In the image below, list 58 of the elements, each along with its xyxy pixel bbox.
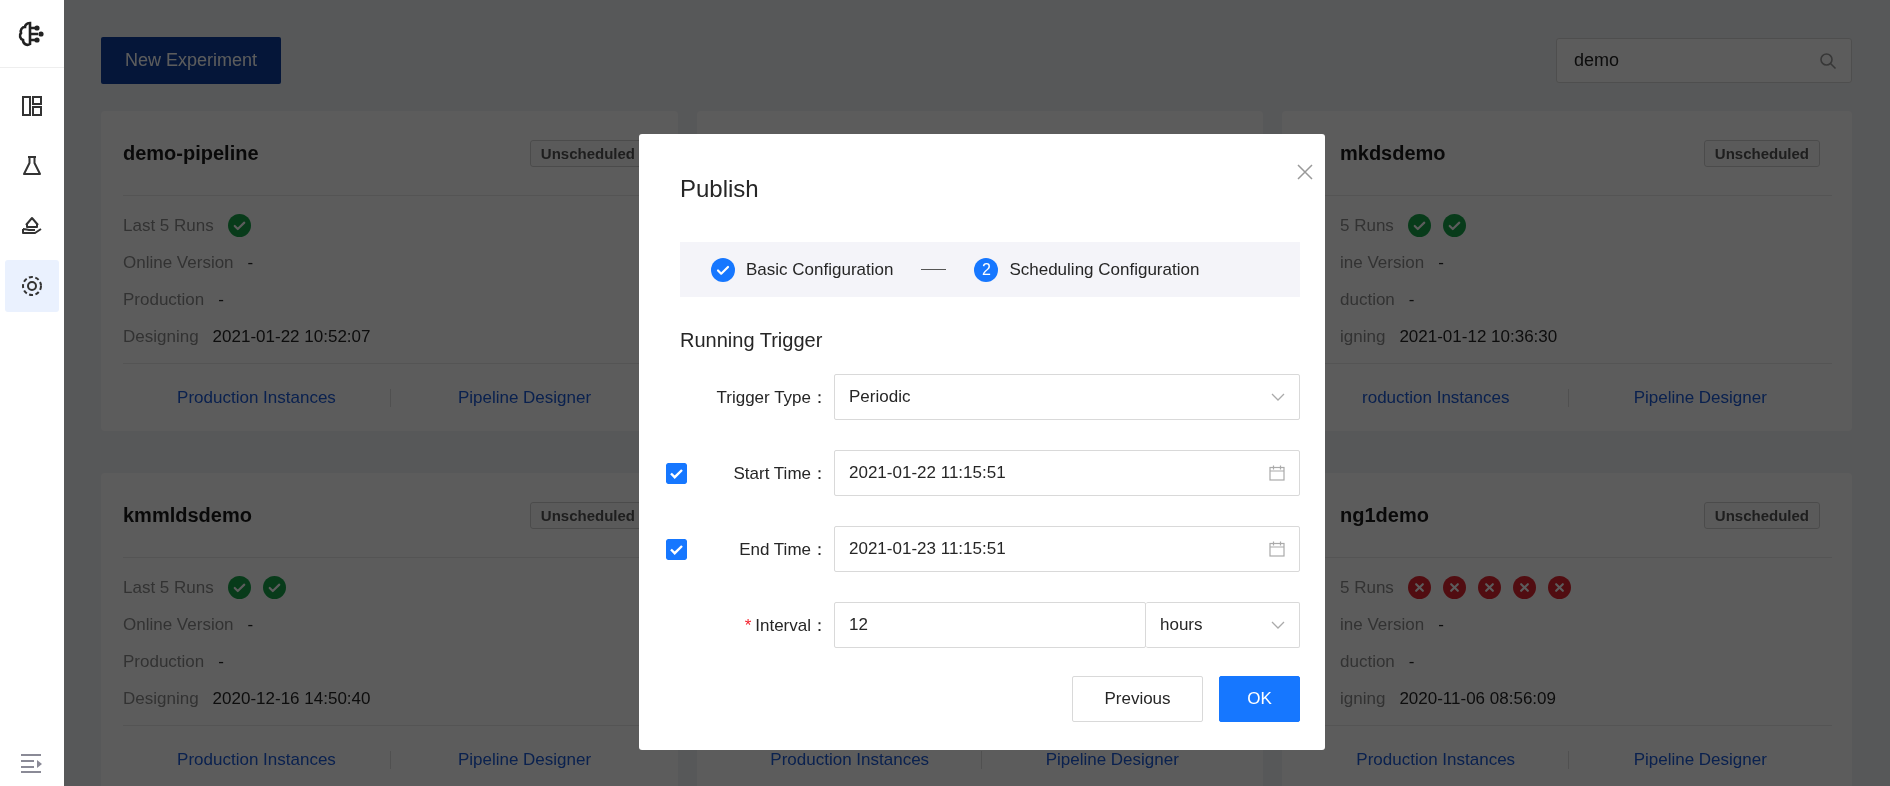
card-link[interactable]: Production Instances — [1356, 750, 1516, 768]
search-field[interactable]: demo — [1556, 38, 1852, 83]
close-icon[interactable] — [1297, 164, 1313, 180]
status-tag: Unscheduled — [1703, 139, 1820, 167]
step-number: 2 — [974, 257, 999, 282]
calendar-icon — [1269, 465, 1285, 481]
field-value: 2020-11-06 08:56:09 — [1399, 688, 1556, 709]
card-link[interactable]: Pipeline Designer — [457, 388, 592, 406]
field-value: - — [218, 289, 224, 310]
card-title: kmmldsdemo — [123, 503, 252, 527]
section-title: Running Trigger — [680, 328, 824, 353]
chevron-down-icon — [1271, 393, 1285, 401]
card-link[interactable]: Pipeline Designer — [1633, 750, 1767, 768]
field-value: - — [1408, 289, 1415, 310]
field-value: - — [218, 651, 224, 672]
checkbox[interactable] — [666, 462, 687, 484]
field-value: - — [247, 252, 254, 273]
card-link[interactable]: Pipeline Designer — [1045, 750, 1179, 768]
field-value: - — [1438, 252, 1444, 273]
ok-button[interactable]: OK — [1219, 676, 1300, 722]
card-title: mkdsdemo — [1340, 141, 1446, 165]
trigger-type-select[interactable]: Periodic — [834, 374, 1300, 420]
card-link[interactable]: Production Instances — [177, 750, 336, 768]
date-time-field[interactable]: 2021-01-22 11:15:51 — [834, 450, 1300, 496]
unit-select[interactable]: hours — [1146, 602, 1300, 648]
card-link[interactable]: Pipeline Designer — [1633, 388, 1767, 406]
field-value: - — [247, 614, 254, 635]
field-value: 2021-01-22 10:52:07 — [212, 326, 371, 347]
interval-input[interactable]: 12 — [834, 602, 1146, 648]
field-label: Trigger Type： — [716, 387, 828, 407]
card-link[interactable]: Production Instances — [177, 388, 336, 406]
step-label: Basic Configuration — [746, 259, 894, 280]
dialog-title: Publish — [680, 174, 760, 204]
card-link[interactable]: roduction Instances — [1362, 388, 1510, 406]
target-icon — [20, 274, 44, 298]
checkbox[interactable] — [666, 538, 687, 560]
previous-button[interactable]: Previous — [1072, 676, 1203, 722]
dashboard-icon — [20, 94, 44, 118]
card-title: demo-pipeline — [123, 141, 259, 165]
sidebar-item[interactable] — [5, 260, 59, 312]
field-value: - — [1438, 614, 1444, 635]
field-value: - — [1408, 651, 1415, 672]
required-mark: * — [744, 615, 752, 635]
status-tag: Unscheduled — [1703, 501, 1820, 529]
card-title: ng1demo — [1340, 503, 1429, 527]
chevron-down-icon — [1271, 621, 1285, 629]
new-experiment-button[interactable]: New Experiment — [101, 37, 282, 84]
calendar-icon — [1269, 541, 1285, 557]
flask-icon — [20, 154, 44, 178]
field-value: 2021-01-12 10:36:30 — [1399, 326, 1558, 347]
field-label: Interval： — [755, 615, 828, 635]
field-label: End Time： — [739, 539, 828, 559]
date-time-field[interactable]: 2021-01-23 11:15:51 — [834, 526, 1300, 572]
field-label: Start Time： — [733, 463, 828, 483]
step-label: Scheduling Configuration — [1009, 259, 1200, 280]
card-link[interactable]: Production Instances — [770, 750, 930, 768]
field-value: 2020-12-16 14:50:40 — [212, 688, 371, 709]
card-link[interactable]: Pipeline Designer — [457, 750, 592, 768]
